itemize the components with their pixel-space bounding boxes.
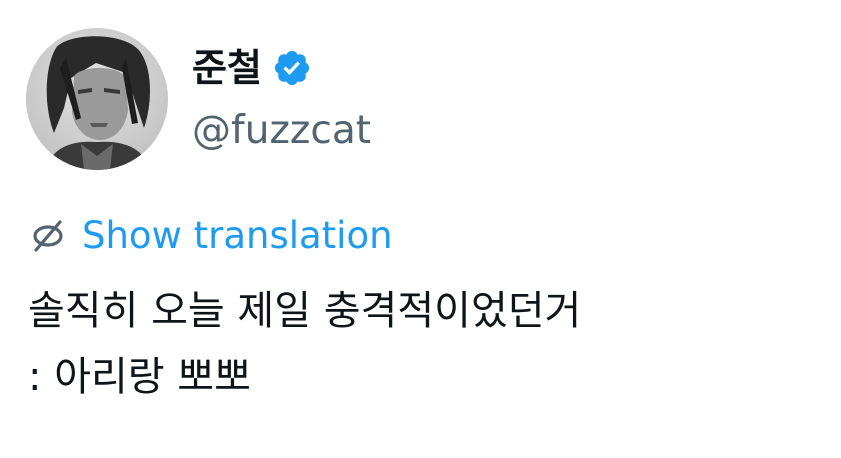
show-translation-link[interactable]: Show translation — [28, 210, 393, 262]
avatar[interactable] — [26, 28, 168, 170]
tweet-text: 솔직히 오늘 제일 충격적이었던거 : 아리랑 뽀뽀 — [28, 278, 828, 410]
user-handle[interactable]: @fuzzcat — [192, 103, 371, 159]
tweet-text-line: : 아리랑 뽀뽀 — [28, 354, 251, 400]
profile-photo — [26, 28, 168, 170]
verified-badge-icon[interactable] — [272, 48, 312, 88]
globe-icon — [28, 216, 68, 256]
author-name-row: 준철 — [192, 40, 312, 96]
tweet-text-line: 솔직히 오늘 제일 충격적이었던거 — [28, 288, 582, 334]
display-name[interactable]: 준철 — [192, 40, 262, 96]
show-translation-label: Show translation — [82, 214, 393, 257]
